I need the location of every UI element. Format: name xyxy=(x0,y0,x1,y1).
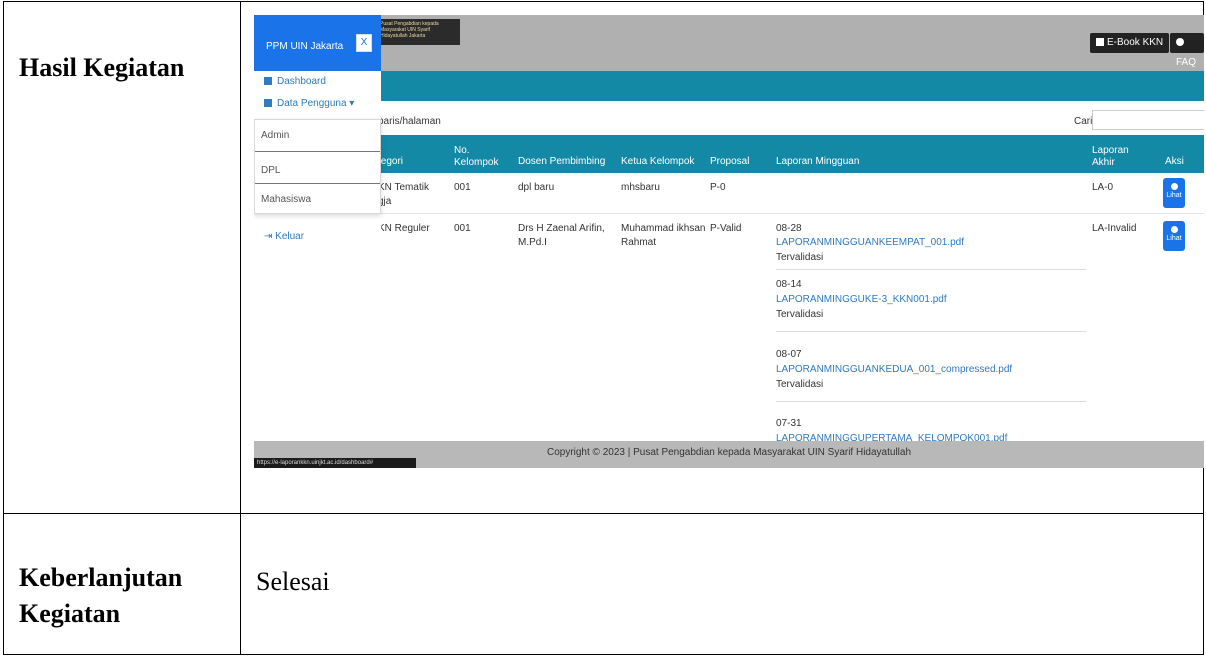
mingguan-file-link[interactable]: LAPORANMINGGUANKEEMPAT_001.pdf xyxy=(776,236,964,249)
column-divider xyxy=(240,2,241,654)
cell-ketua: Rahmat xyxy=(621,237,657,248)
status-bar-url: https://e-laporankkn.uinjkt.ac.id/dashbo… xyxy=(254,458,416,468)
th-ketua[interactable]: Ketua Kelompok xyxy=(621,156,694,168)
cell-no: 001 xyxy=(454,182,471,193)
dropdown-item-mahasiswa[interactable]: Mahasiswa xyxy=(261,194,311,205)
logout-icon: ⇥ xyxy=(264,231,276,242)
faq-label: FAQ xyxy=(1176,57,1197,68)
cell-ketua: Muhammad ikhsan xyxy=(621,223,706,234)
lihat-button[interactable]: Lihat xyxy=(1163,178,1185,208)
mingguan-date: 07-31 xyxy=(776,418,802,429)
cell-no: 001 xyxy=(454,223,471,234)
sidebar-item-label: Dashboard xyxy=(277,76,326,87)
perpage-text: baris/halaman xyxy=(378,116,441,127)
sidebar-item-label: Data Pengguna xyxy=(277,98,347,109)
book-icon xyxy=(1096,38,1104,46)
th-laporan-akhir-1[interactable]: Laporan xyxy=(1092,145,1129,157)
sidebar-item-label: Keluar xyxy=(275,231,305,242)
page-header-bar xyxy=(254,71,1204,101)
cell-kategori: KN Reguler xyxy=(378,223,430,234)
lihat-button[interactable]: Lihat xyxy=(1163,221,1185,251)
eye-icon xyxy=(1170,183,1178,190)
th-laporan-akhir-2[interactable]: Akhir xyxy=(1092,157,1115,169)
close-sidebar-button[interactable]: X xyxy=(356,34,372,52)
th-proposal[interactable]: Proposal xyxy=(710,156,749,168)
brand-title[interactable]: PPM UIN Jakarta xyxy=(266,41,343,52)
th-no-1[interactable]: No. xyxy=(454,145,470,157)
ebook-kkn-button[interactable]: E-Book KKN xyxy=(1090,33,1170,53)
mingguan-status: Tervalidasi xyxy=(776,252,824,263)
mingguan-divider xyxy=(776,269,1086,270)
faq-button[interactable]: FAQ xyxy=(1170,33,1204,68)
data-pengguna-dropdown: Admin DPL Mahasiswa xyxy=(254,119,381,214)
keberlanjutan-kegiatan-label: Keberlanjutan Kegiatan xyxy=(19,563,183,628)
cell-laporan-akhir: LA-Invalid xyxy=(1092,223,1137,234)
th-aksi[interactable]: Aksi xyxy=(1165,156,1184,168)
mingguan-status: Tervalidasi xyxy=(776,379,824,390)
search-input[interactable] xyxy=(1092,110,1204,130)
lihat-label: Lihat xyxy=(1166,192,1182,199)
th-laporan-mingguan[interactable]: Laporan Mingguan xyxy=(776,156,859,168)
hasil-kegiatan-label: Hasil Kegiatan xyxy=(19,53,185,82)
dropdown-divider xyxy=(255,183,380,184)
mingguan-divider xyxy=(776,401,1086,402)
th-no-2[interactable]: Kelompok xyxy=(454,157,498,169)
cell-kategori: KN Tematik xyxy=(378,182,429,193)
sidebar-header: PPM UIN Jakarta X xyxy=(254,15,381,71)
cell-ketua: mhsbaru xyxy=(621,182,660,193)
sidebar-item-data-pengguna[interactable]: Data Pengguna ▾ xyxy=(264,98,354,109)
mingguan-date: 08-14 xyxy=(776,279,802,290)
cell-laporan-akhir: LA-0 xyxy=(1092,182,1114,193)
row-divider xyxy=(254,213,1204,214)
user-icon xyxy=(264,99,272,107)
caret-down-icon: ▾ xyxy=(346,98,355,109)
mingguan-file-link[interactable]: LAPORANMINGGUANKEDUA_001_compressed.pdf xyxy=(776,363,1012,376)
question-icon xyxy=(1176,38,1184,46)
cell-dosen: dpl baru xyxy=(518,182,555,193)
lihat-label: Lihat xyxy=(1166,235,1182,242)
footer-copyright: Copyright © 2023 | Pusat Pengabdian kepa… xyxy=(546,447,912,458)
sort-caret-icon: ▾ xyxy=(377,152,382,161)
sidebar-item-keluar[interactable]: ⇥ Keluar xyxy=(264,231,304,242)
dropdown-divider xyxy=(255,151,380,152)
cell-dosen: M.Pd.I xyxy=(518,237,547,248)
cell-proposal: P-0 xyxy=(710,182,726,193)
row-divider xyxy=(4,513,1203,514)
th-dosen[interactable]: Dosen Pembimbing xyxy=(518,156,605,168)
dashboard-icon xyxy=(264,77,272,85)
dropdown-item-admin[interactable]: Admin xyxy=(261,130,289,141)
mingguan-file-link[interactable]: LAPORANMINGGUKE-3_KKN001.pdf xyxy=(776,293,947,306)
keberlanjutan-value: Selesai xyxy=(256,567,330,596)
ppm-logo: Pusat Pengabdian kepada Masyarakat UIN S… xyxy=(376,19,460,45)
mingguan-status: Tervalidasi xyxy=(776,309,824,320)
cell-proposal: P-Valid xyxy=(710,223,742,234)
sidebar-item-dashboard[interactable]: Dashboard xyxy=(264,76,326,87)
dropdown-item-dpl[interactable]: DPL xyxy=(261,165,280,176)
app-screenshot: Pusat Pengabdian kepada Masyarakat UIN S… xyxy=(254,15,1204,468)
ebook-kkn-label: E-Book KKN xyxy=(1107,37,1164,48)
mingguan-date: 08-07 xyxy=(776,349,802,360)
cell-dosen: Drs H Zaenal Arifin, xyxy=(518,223,605,234)
th-kategori[interactable]: tegori xyxy=(378,156,403,168)
mingguan-date: 08-28 xyxy=(776,223,802,234)
eye-icon xyxy=(1170,226,1178,233)
mingguan-divider xyxy=(776,331,1086,332)
